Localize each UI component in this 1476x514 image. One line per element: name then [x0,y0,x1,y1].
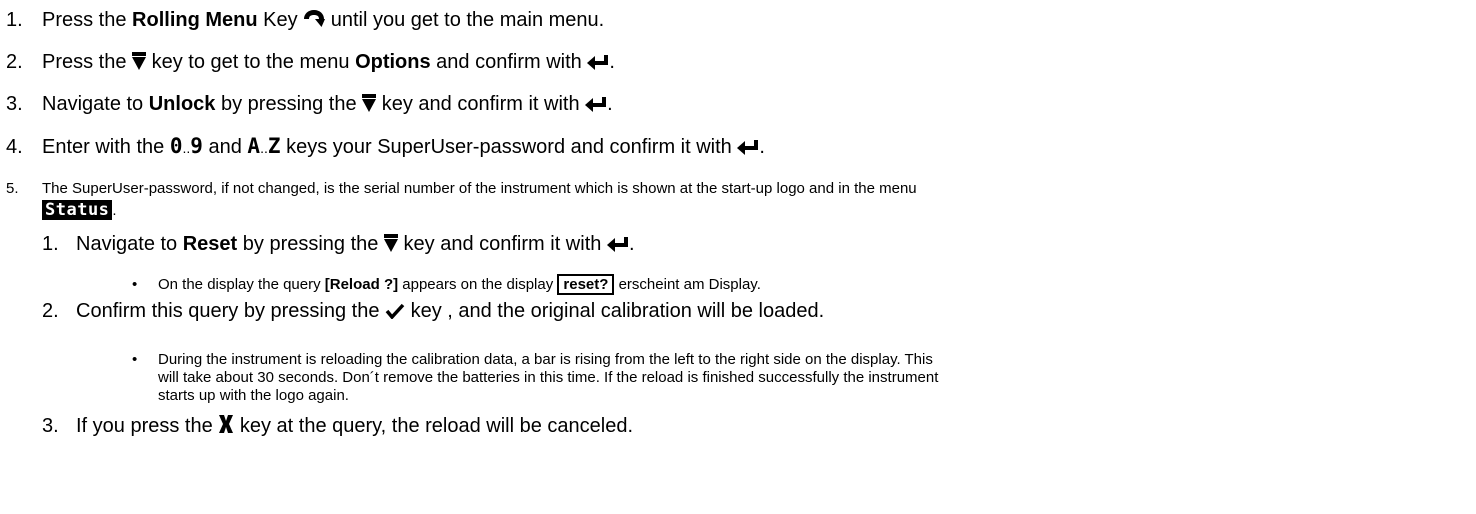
bullet-text: starts up with the logo again. [158,387,349,404]
step-text: key at the query, the reload will be can… [234,415,634,437]
bullet-1: • On the display the query [Reload ?] app… [132,274,761,295]
step-5: 5. The SuperUser-password, if not changed… [6,180,917,198]
step-text: If you press the [76,415,219,437]
bullet-2-line-2: will take about 30 seconds. Don´t remove… [158,369,938,387]
bullet-text: erscheint am Display. [614,276,761,293]
step-2: 2. Press the key to get to the menu Optio… [6,50,615,74]
step-number: 4. [6,136,23,158]
range-dots: .. [260,140,268,156]
substep-2: 2. Confirm this query by pressing the key… [42,299,824,323]
step-3: 3. Navigate to Unlock by pressing the key… [6,92,613,116]
bullet-text: will take about 30 seconds. Don´t remove… [158,369,939,386]
substep-3: 3. If you press the key at the query, the… [42,414,633,438]
step-number: 1. [6,9,23,31]
key-z-glyph: Z [267,134,281,158]
step-text: Enter with the [42,136,170,158]
step-number: 5. [6,180,19,197]
key-0-glyph: 0 [169,134,183,158]
step-text: Press the [42,9,133,31]
step-text: keys your SuperUser-password and confirm… [280,136,738,158]
step-text: key and confirm it with [376,93,586,115]
step-text: Confirm this query by pressing the [76,300,386,322]
step-number: 3. [6,93,23,115]
bullet-marker: • [132,276,138,293]
step-text: and [202,136,248,158]
punctuation: . [607,93,613,115]
cancel-x-icon [218,414,234,434]
step-4: 4. Enter with the 0..9 and A..Z keys your… [6,134,765,160]
bullet-text: During the instrument is reloading the c… [158,351,933,368]
display-reset-box: reset? [557,274,615,295]
menu-name: Unlock [148,93,216,115]
step-text: by pressing the [215,93,363,115]
menu-name: Reset [182,233,238,255]
step-text: key and confirm it with [397,233,607,255]
punctuation: . [609,51,615,73]
punctuation: . [759,136,765,158]
step-text: key , and the original calibration will … [405,300,825,322]
bullet-marker: • [132,351,138,368]
step-number: 2. [42,300,59,322]
step-text: by pressing the [237,233,384,255]
enter-icon [585,96,607,112]
step-1: 1. Press the Rolling Menu Key until you g… [6,8,604,32]
bullet-2: • During the instrument is reloading the … [132,351,933,369]
step-text: Navigate to [76,233,183,255]
enter-icon [607,236,629,252]
bullet-text: appears on the display [398,276,558,293]
punctuation: . [112,202,117,219]
down-arrow-icon [132,52,146,70]
down-arrow-icon [362,94,376,112]
query-text: [Reload ?] [324,276,399,293]
key-9-glyph: 9 [190,134,203,158]
step-text: Key [257,9,304,31]
step-text: key to get to the menu [146,51,356,73]
step-5-continuation: Status. [42,200,117,220]
rolling-menu-icon [303,8,325,28]
bullet-2-line-3: starts up with the logo again. [158,387,349,405]
bullet-text: On the display the query [158,276,325,293]
checkmark-icon [385,303,405,319]
key-a-glyph: A [247,134,261,158]
key-name: Rolling Menu [132,9,258,31]
punctuation: . [628,233,635,255]
step-text: The SuperUser-password, if not changed, … [42,180,917,197]
step-number: 2. [6,51,23,73]
step-number: 1. [42,233,59,255]
step-text: Navigate to [42,93,149,115]
step-text: Press the [42,51,133,73]
menu-name: Options [355,51,431,73]
down-arrow-icon [384,234,398,252]
status-menu-lcd: Status [42,200,113,220]
enter-icon [587,54,609,70]
substep-1: 1. Navigate to Reset by pressing the key … [42,232,635,256]
step-text: until you get to the main menu. [325,9,605,31]
step-text: and confirm with [430,51,588,73]
step-number: 3. [42,415,59,437]
enter-icon [737,139,759,155]
